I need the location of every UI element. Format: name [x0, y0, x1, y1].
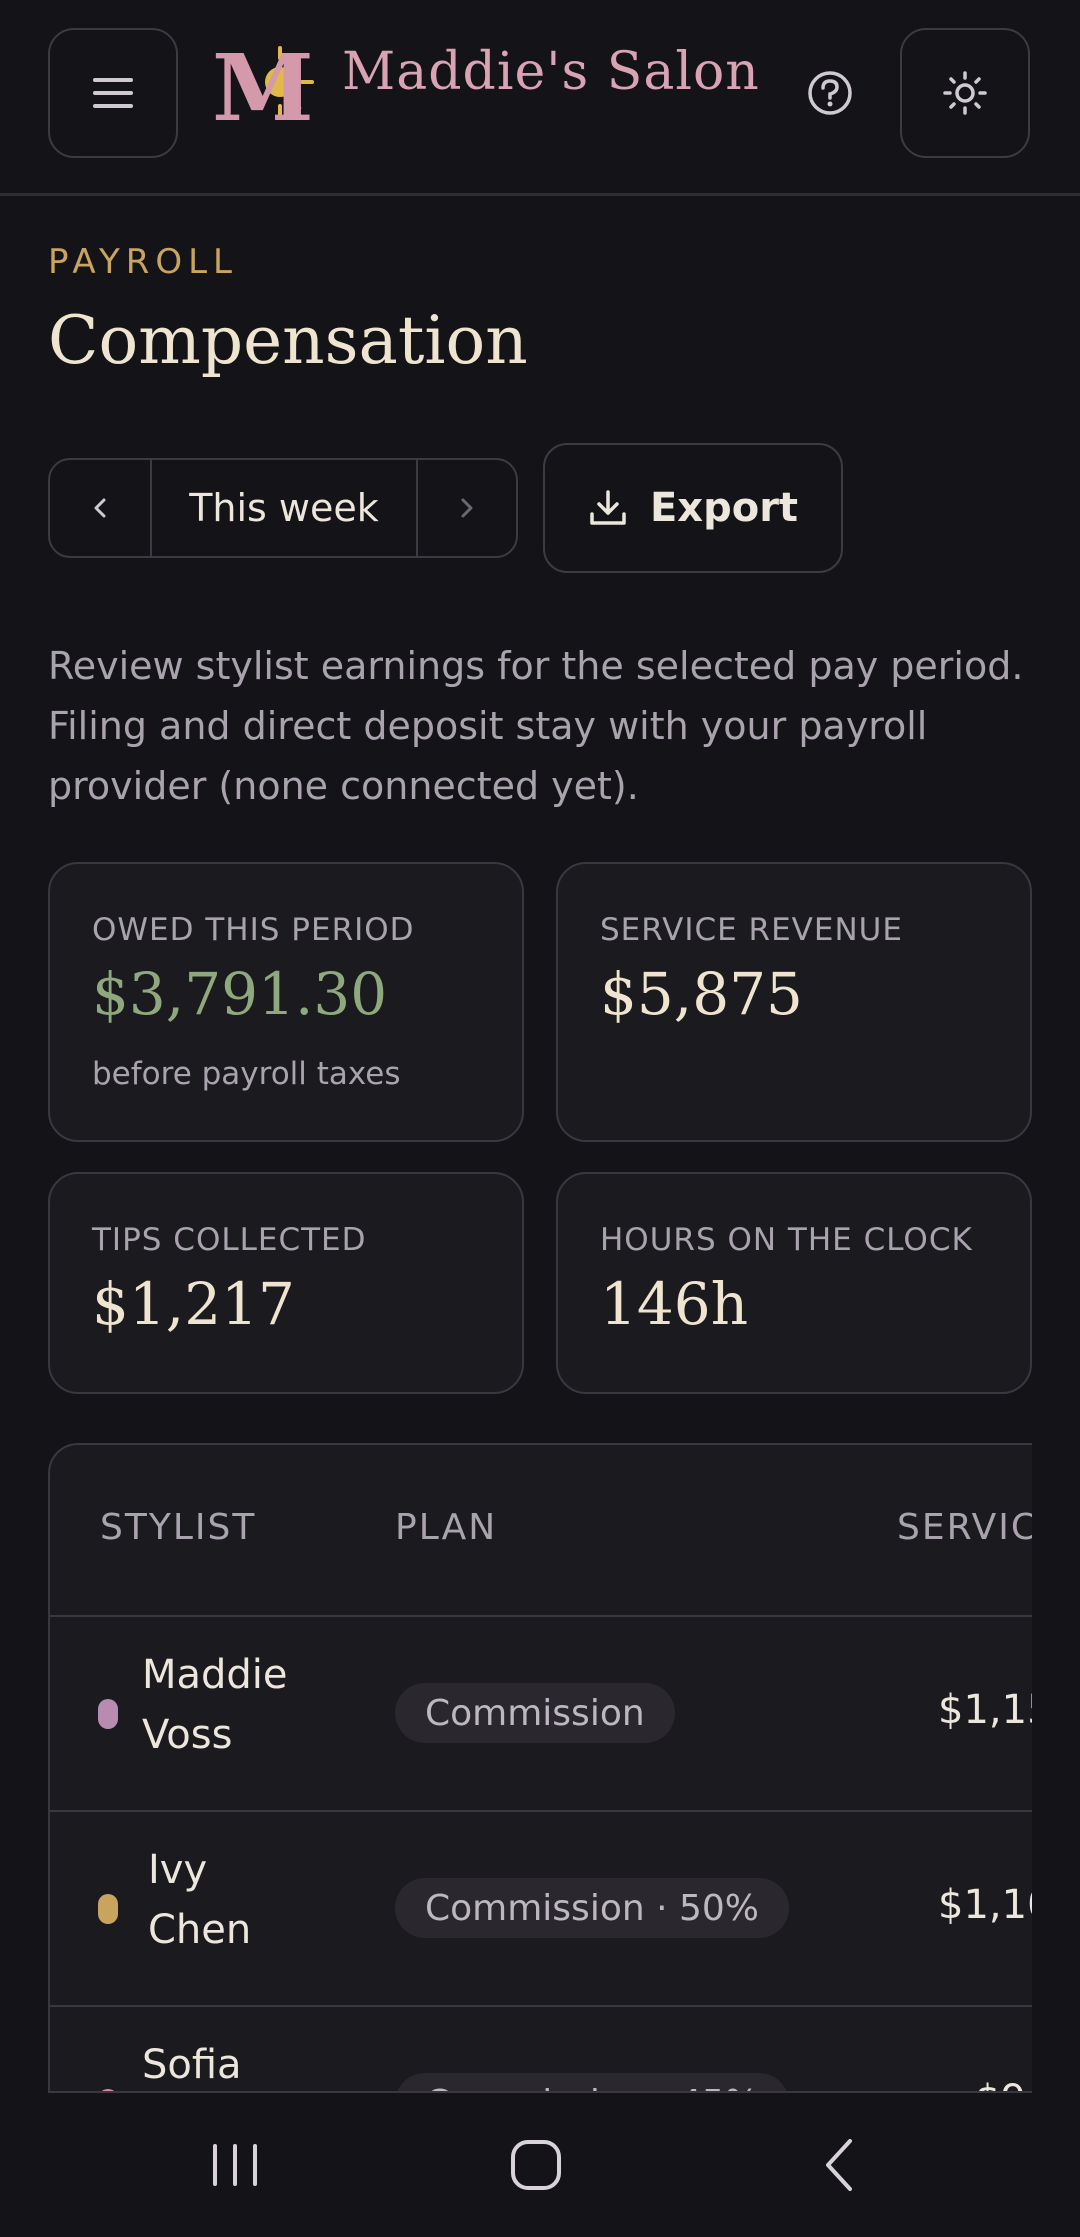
export-button[interactable]: Export [543, 443, 843, 573]
page-title: Compensation [48, 302, 528, 379]
table-row[interactable]: Ivy Chen Commission · 50% $1,10 [50, 1812, 1032, 2007]
stat-value: $5,875 [600, 960, 803, 1028]
stat-card-service-revenue: SERVICE REVENUE $5,875 [556, 862, 1032, 1142]
stat-value: 146h [600, 1270, 749, 1338]
column-header-stylist[interactable]: STYLIST [100, 1507, 256, 1548]
table-header: STYLIST PLAN SERVIC [50, 1445, 1032, 1617]
app-header: M Maddie's Salon [0, 0, 1080, 196]
plan-badge: Commission · 45% [395, 2073, 790, 2091]
download-icon [590, 490, 626, 525]
compensation-table[interactable]: STYLIST PLAN SERVIC Maddie Voss Commissi… [48, 1443, 1032, 2093]
recents-button[interactable] [195, 2133, 275, 2197]
table-row[interactable]: Sofia Commission · 45% $9 [50, 2007, 1032, 2091]
brand-name: Maddie's Salon [342, 42, 760, 102]
column-header-service[interactable]: SERVIC [897, 1507, 1032, 1548]
back-button[interactable] [800, 2133, 880, 2197]
stylist-name: Maddie Voss [142, 1652, 288, 1758]
stat-card-tips: TIPS COLLECTED $1,217 [48, 1172, 524, 1394]
column-header-plan[interactable]: PLAN [395, 1507, 497, 1548]
stat-label: HOURS ON THE CLOCK [600, 1222, 973, 1258]
hamburger-icon [93, 78, 133, 108]
stat-card-hours: HOURS ON THE CLOCK 146h [556, 1172, 1032, 1394]
sun-icon [943, 71, 987, 115]
next-period-button[interactable] [416, 460, 516, 556]
menu-button[interactable] [48, 28, 178, 158]
stylist-color-dot [98, 1894, 118, 1924]
back-icon [826, 2139, 852, 2191]
stat-label: SERVICE REVENUE [600, 912, 903, 948]
period-selector: This week [48, 458, 518, 558]
period-label[interactable]: This week [152, 460, 416, 556]
table-row[interactable]: Maddie Voss Commission $1,15 [50, 1617, 1032, 1812]
section-eyebrow: PAYROLL [48, 242, 238, 282]
service-amount: $1,10 [938, 1882, 1032, 1928]
home-button[interactable] [496, 2133, 576, 2197]
stat-card-owed: OWED THIS PERIOD $3,791.30 before payrol… [48, 862, 524, 1142]
previous-period-button[interactable] [50, 460, 152, 556]
help-circle-icon[interactable] [805, 68, 855, 118]
compensation-screen: M Maddie's Salon PAYROLL Compensation Th… [0, 0, 1080, 2237]
system-navigation-bar [0, 2093, 1080, 2237]
stat-subtext: before payroll taxes [92, 1056, 401, 1092]
recents-icon [213, 2144, 257, 2186]
stat-label: TIPS COLLECTED [92, 1222, 367, 1258]
home-icon [511, 2140, 561, 2190]
chevron-right-icon [461, 498, 473, 518]
theme-toggle-button[interactable] [900, 28, 1030, 158]
stylist-name: Sofia [142, 2042, 242, 2088]
svg-text:M: M [212, 40, 314, 128]
plan-badge: Commission [395, 1683, 675, 1743]
export-label: Export [649, 485, 799, 531]
stat-value: $1,217 [92, 1270, 295, 1338]
stat-value: $3,791.30 [92, 960, 388, 1028]
page-description: Review stylist earnings for the selected… [48, 644, 1024, 808]
salon-logo-icon: M [212, 40, 314, 128]
chevron-left-icon [94, 498, 106, 518]
service-amount: $1,15 [938, 1687, 1032, 1733]
service-amount: $9 [975, 2077, 1026, 2091]
stylist-color-dot [98, 1699, 118, 1729]
plan-badge: Commission · 50% [395, 1878, 790, 1938]
stat-label: OWED THIS PERIOD [92, 912, 415, 948]
stylist-name: Ivy Chen [148, 1847, 252, 1953]
